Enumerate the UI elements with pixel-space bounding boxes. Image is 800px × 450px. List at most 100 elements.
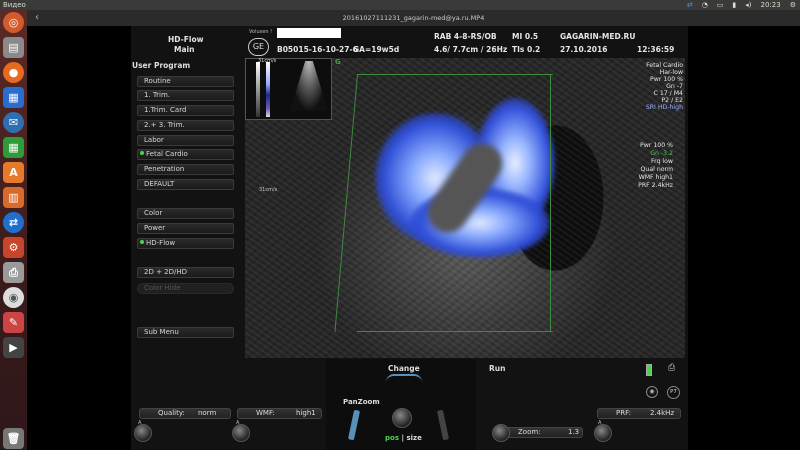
user-program-title: User Program <box>132 61 191 70</box>
menu-item-penetration[interactable]: Penetration <box>137 164 234 175</box>
menu-item-routine[interactable]: Routine <box>137 76 234 87</box>
dvd-icon[interactable]: ◉ <box>3 287 24 308</box>
wmf-value: high1 <box>296 409 316 417</box>
color-hide-button[interactable]: Color Hide <box>137 283 234 294</box>
color-hide-label: Color Hide <box>144 284 181 292</box>
firefox-icon[interactable]: ● <box>3 62 24 83</box>
fan-thumbnail <box>290 61 328 111</box>
back-arrow-icon[interactable]: ‹ <box>35 10 39 26</box>
patient-name-box <box>277 28 341 38</box>
clock[interactable]: 20:23 <box>761 1 781 9</box>
video-player-icon[interactable]: ▶ <box>3 337 24 358</box>
scale-top-label: 31cm/s <box>258 58 277 64</box>
system-settings-icon[interactable]: ⚙ <box>3 237 24 258</box>
mode-hd-flow-button[interactable]: HD-Flow <box>137 238 234 249</box>
trackball-icon[interactable] <box>392 408 412 428</box>
quality-value: norm <box>198 409 217 417</box>
wmf-knob-icon[interactable] <box>232 424 250 442</box>
menu-item-label: Penetration <box>144 165 185 173</box>
text-editor-icon[interactable]: ✎ <box>3 312 24 333</box>
printer-icon[interactable]: ⎙ <box>3 262 24 283</box>
menu-item-1-trim[interactable]: 1. Trim. <box>137 90 234 101</box>
window-titlebar: ‹ 20161027111231_gagarin-med@ya.ru.MP4 <box>27 10 800 26</box>
software-center-icon[interactable]: A <box>3 162 24 183</box>
exam-time: 12:36:59 <box>637 45 675 54</box>
info-line: Frq low <box>650 158 673 165</box>
mode-title: HD-Flow <box>168 35 204 44</box>
prf-value: 2.4kHz <box>650 409 675 417</box>
battery-icon[interactable]: ▮ <box>732 1 736 9</box>
quality-label: Quality: <box>158 409 185 417</box>
files-icon[interactable]: ▤ <box>3 37 24 58</box>
menu-item-2-3-trim[interactable]: 2.+ 3. Trim. <box>137 120 234 131</box>
wifi-icon[interactable]: ◔ <box>702 1 708 9</box>
patient-id: B05015-16-10-27-6 <box>277 45 358 54</box>
layout-2d-hd-button[interactable]: 2D + 2D/HD <box>137 267 234 278</box>
keyboard-icon[interactable]: ▭ <box>717 1 724 9</box>
knob-a-label: A <box>236 420 240 426</box>
knob-a-label: A <box>138 420 142 426</box>
gray-scale-bar <box>256 62 260 117</box>
menu-item-label: DEFAULT <box>144 180 175 188</box>
window-title: 20161027111231_gagarin-med@ya.ru.MP4 <box>342 14 485 22</box>
pos-label: pos <box>385 434 399 442</box>
site-label: GAGARIN-MED.RU <box>560 32 636 41</box>
disk-status-icon: ◉ <box>646 386 658 398</box>
change-arc-icon <box>386 374 422 382</box>
writer-icon[interactable]: ▦ <box>3 87 24 108</box>
menu-item-fetal-cardio[interactable]: Fetal Cardio <box>137 149 234 160</box>
wmf-control[interactable]: WMF: high1 <box>237 408 322 419</box>
teamviewer-launcher-icon[interactable]: ⇄ <box>3 212 24 233</box>
mi-value: MI 0.5 <box>512 32 539 41</box>
zoom-knob-icon[interactable] <box>492 424 510 442</box>
info-line: Qual norm <box>640 166 673 173</box>
color-roi-box[interactable] <box>357 74 553 332</box>
calc-icon[interactable]: ▦ <box>3 137 24 158</box>
layout-label: 2D + 2D/HD <box>144 268 188 276</box>
mode-label: Power <box>144 224 166 232</box>
prf-label: PRF: <box>616 409 631 417</box>
mode-color-button[interactable]: Color <box>137 208 234 219</box>
knob-a-label: A <box>598 420 602 426</box>
active-dot-icon <box>140 240 144 244</box>
menu-item-1-trim-card[interactable]: 1.Trim. Card <box>137 105 234 116</box>
ubuntu-dash-icon[interactable]: ◎ <box>3 12 24 33</box>
panzoom-label[interactable]: PanZoom <box>343 398 380 406</box>
mode-label: Color <box>144 209 163 217</box>
info-line: Pwr 100 % <box>640 142 673 149</box>
mode-label: HD-Flow <box>146 239 176 247</box>
battery-status-icon <box>646 364 652 376</box>
mode-power-button[interactable]: Power <box>137 223 234 234</box>
pos-size-toggle[interactable]: pos | size <box>385 434 422 442</box>
quality-knob-icon[interactable] <box>134 424 152 442</box>
menu-item-labor[interactable]: Labor <box>137 135 234 146</box>
wmf-label: WMF: <box>256 409 275 417</box>
sub-menu-button[interactable]: Sub Menu <box>137 327 234 338</box>
impress-icon[interactable]: ▥ <box>3 187 24 208</box>
exam-date: 27.10.2016 <box>560 45 608 54</box>
prf-knob-icon[interactable] <box>594 424 612 442</box>
trash-icon[interactable]: 🗑 <box>3 428 24 449</box>
settings-gear-icon[interactable]: ⚙ <box>790 1 796 9</box>
teamviewer-icon[interactable]: ⇄ <box>687 1 693 9</box>
change-label[interactable]: Change <box>388 364 420 373</box>
printer-status-icon: ⎙ <box>668 363 676 373</box>
info-line: Gn -3.2 <box>650 150 673 157</box>
prf-control[interactable]: PRF: 2.4kHz <box>597 408 681 419</box>
menu-item-label: Fetal Cardio <box>146 150 188 158</box>
menu-item-label: 1. Trim. <box>144 91 171 99</box>
probe-label: RAB 4-8-RS/OB <box>434 32 497 41</box>
zoom-label: Zoom: <box>518 428 541 436</box>
p7-button[interactable]: P7 <box>667 386 680 399</box>
run-label[interactable]: Run <box>489 364 505 373</box>
thunderbird-icon[interactable]: ✉ <box>3 112 24 133</box>
info-line: Har-low <box>659 69 683 76</box>
volume-icon[interactable]: ◂) <box>745 1 751 9</box>
launcher: ◎ ▤ ● ▦ ✉ ▦ A ▥ ⇄ ⚙ ⎙ ◉ ✎ ▶ 🗑 <box>0 10 27 450</box>
info-line: C 17 / M4 <box>653 90 683 97</box>
app-title: Видео <box>3 1 26 9</box>
zoom-value: 1.3 <box>568 428 580 436</box>
menu-item-default[interactable]: DEFAULT <box>137 179 234 190</box>
quality-control[interactable]: Quality: norm <box>139 408 231 419</box>
sub-menu-label: Sub Menu <box>144 328 179 336</box>
